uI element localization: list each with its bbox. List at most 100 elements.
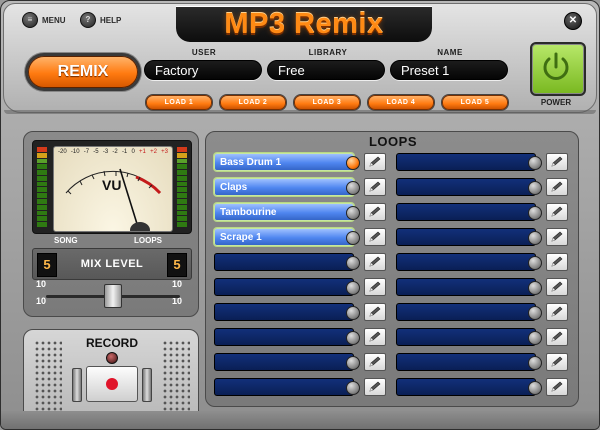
loop-indicator-icon[interactable] (528, 331, 542, 345)
loop-slot-bar[interactable]: Tambourine (214, 203, 354, 221)
slider-knob[interactable] (104, 284, 122, 308)
loop-slot[interactable] (396, 353, 568, 373)
slider-right-top-label: 10 (172, 279, 183, 289)
edit-loop-button[interactable] (364, 228, 386, 246)
loop-indicator-icon[interactable] (528, 231, 542, 245)
loop-indicator-icon[interactable] (346, 356, 360, 370)
loop-indicator-icon[interactable] (528, 181, 542, 195)
edit-loop-button[interactable] (364, 153, 386, 171)
edit-loop-button[interactable] (546, 253, 568, 271)
loop-slot-bar[interactable] (396, 253, 536, 271)
loop-slot-bar[interactable] (396, 203, 536, 221)
edit-loop-button[interactable] (364, 253, 386, 271)
edit-loop-button[interactable] (364, 378, 386, 396)
loop-slot[interactable]: Bass Drum 1 (214, 153, 386, 173)
loop-slot-bar[interactable]: Bass Drum 1 (214, 153, 354, 171)
loop-slot[interactable] (396, 203, 568, 223)
edit-loop-button[interactable] (546, 378, 568, 396)
loop-slot[interactable] (396, 278, 568, 298)
loop-slot[interactable]: Scrape 1 (214, 228, 386, 248)
loop-indicator-icon[interactable] (528, 306, 542, 320)
loop-slot-bar[interactable] (214, 353, 354, 371)
edit-loop-button[interactable] (546, 228, 568, 246)
left-post (72, 368, 82, 402)
edit-loop-button[interactable] (546, 178, 568, 196)
loop-indicator-icon[interactable] (528, 356, 542, 370)
edit-loop-button[interactable] (546, 153, 568, 171)
loop-indicator-icon[interactable] (346, 231, 360, 245)
edit-loop-button[interactable] (546, 328, 568, 346)
loop-slot[interactable] (214, 378, 386, 398)
power-button[interactable] (530, 42, 586, 96)
loop-slot[interactable] (214, 253, 386, 273)
loop-indicator-icon[interactable] (346, 156, 360, 170)
loop-slot[interactable] (396, 253, 568, 273)
loop-slot-bar[interactable] (214, 253, 354, 271)
loop-slot[interactable] (396, 228, 568, 248)
loop-slot[interactable] (214, 303, 386, 323)
loop-indicator-icon[interactable] (528, 156, 542, 170)
mix-level-slider[interactable]: 10 10 10 10 (32, 279, 190, 312)
edit-loop-button[interactable] (364, 178, 386, 196)
loop-slot-bar[interactable] (396, 353, 536, 371)
edit-loop-button[interactable] (546, 353, 568, 371)
load-1-button[interactable]: LOAD 1 (146, 95, 212, 110)
power-icon (543, 52, 569, 80)
edit-loop-button[interactable] (364, 353, 386, 371)
loop-slot-bar[interactable] (214, 378, 354, 396)
loop-slot[interactable] (214, 353, 386, 373)
name-field[interactable]: Preset 1 (390, 60, 508, 80)
loop-indicator-icon[interactable] (528, 381, 542, 395)
right-speaker-grille (162, 340, 190, 412)
loop-slot-bar[interactable] (396, 328, 536, 346)
loop-slot-bar[interactable] (396, 178, 536, 196)
menu-button[interactable]: ≡ MENU (22, 12, 66, 28)
loop-slot[interactable] (214, 278, 386, 298)
load-4-button[interactable]: LOAD 4 (368, 95, 434, 110)
loop-slot-bar[interactable] (396, 153, 536, 171)
load-3-button[interactable]: LOAD 3 (294, 95, 360, 110)
load-5-button[interactable]: LOAD 5 (442, 95, 508, 110)
loop-slot[interactable] (396, 178, 568, 198)
loop-slot[interactable] (396, 378, 568, 398)
loop-slot-bar[interactable] (214, 328, 354, 346)
loop-slot-bar[interactable] (396, 228, 536, 246)
loop-slot-bar[interactable] (214, 303, 354, 321)
loop-slot-bar[interactable]: Claps (214, 178, 354, 196)
loop-slot[interactable] (396, 328, 568, 348)
edit-loop-button[interactable] (364, 278, 386, 296)
loop-slot-bar[interactable] (214, 278, 354, 296)
loop-slot-bar[interactable] (396, 278, 536, 296)
user-field[interactable]: Factory (144, 60, 262, 80)
loop-slot-bar[interactable] (396, 378, 536, 396)
remix-button[interactable]: REMIX (28, 56, 138, 88)
loop-slot-bar[interactable] (396, 303, 536, 321)
loop-slot[interactable]: Tambourine (214, 203, 386, 223)
record-button[interactable] (86, 366, 138, 402)
loop-slot[interactable]: Claps (214, 178, 386, 198)
loop-indicator-icon[interactable] (346, 306, 360, 320)
edit-loop-button[interactable] (546, 303, 568, 321)
edit-loop-button[interactable] (364, 203, 386, 221)
loop-indicator-icon[interactable] (346, 331, 360, 345)
loop-slot[interactable] (396, 153, 568, 173)
loop-indicator-icon[interactable] (346, 256, 360, 270)
loop-indicator-icon[interactable] (346, 206, 360, 220)
loop-slot[interactable] (396, 303, 568, 323)
load-2-button[interactable]: LOAD 2 (220, 95, 286, 110)
loop-indicator-icon[interactable] (528, 206, 542, 220)
loop-slot[interactable] (214, 328, 386, 348)
loop-slot-bar[interactable]: Scrape 1 (214, 228, 354, 246)
loop-indicator-icon[interactable] (346, 181, 360, 195)
loop-indicator-icon[interactable] (346, 381, 360, 395)
loop-indicator-icon[interactable] (528, 256, 542, 270)
edit-loop-button[interactable] (364, 303, 386, 321)
help-button[interactable]: ? HELP (80, 12, 121, 28)
loop-indicator-icon[interactable] (528, 281, 542, 295)
edit-loop-button[interactable] (546, 278, 568, 296)
library-field[interactable]: Free (267, 60, 385, 80)
loop-indicator-icon[interactable] (346, 281, 360, 295)
edit-loop-button[interactable] (546, 203, 568, 221)
edit-loop-button[interactable] (364, 328, 386, 346)
close-button[interactable]: ✕ (564, 12, 582, 30)
